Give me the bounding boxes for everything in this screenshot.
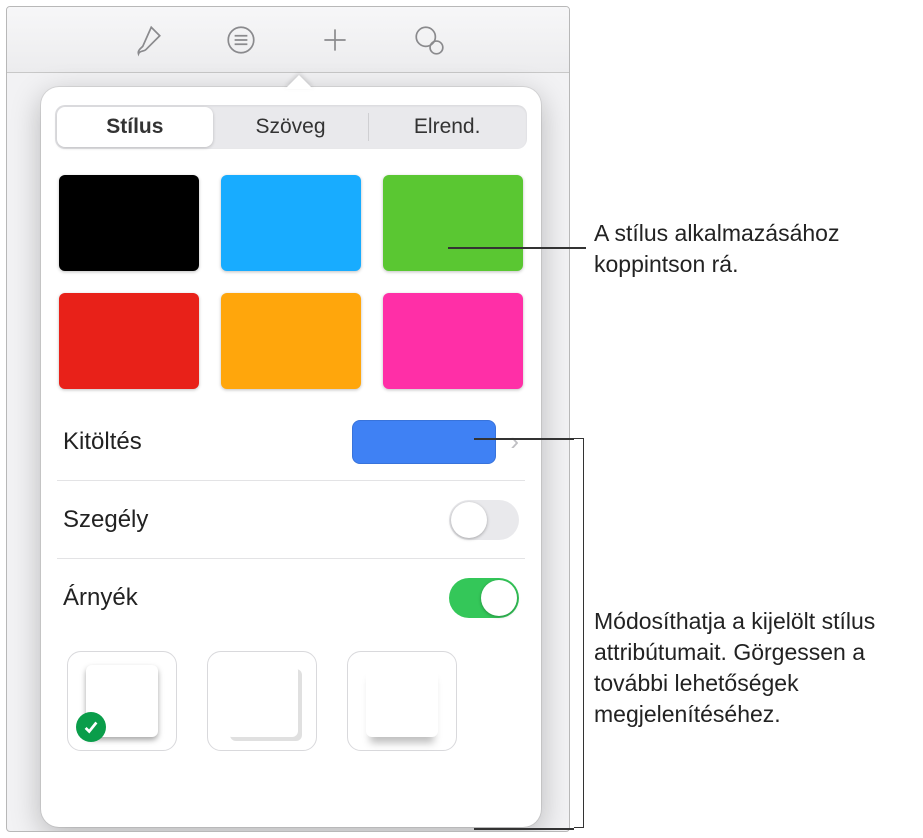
paintbrush-icon[interactable] [125,18,169,62]
shadow-option-2[interactable] [207,651,317,751]
style-swatch-grid [59,175,523,389]
tab-style[interactable]: Stílus [57,107,213,147]
border-label: Szegély [63,506,148,534]
fill-label: Kitöltés [63,428,142,456]
swatch-green[interactable] [383,175,523,271]
tab-segmented-control: Stílus Szöveg Elrend. [55,105,527,149]
tab-text[interactable]: Szöveg [213,107,369,147]
callout-line-2 [474,438,574,440]
callout-bracket [574,438,584,828]
app-window: Stílus Szöveg Elrend. Kitöltés › Szegély [6,6,570,832]
collaborate-icon[interactable] [407,18,451,62]
fill-color-chip[interactable] [352,420,496,464]
checkmark-icon [76,712,106,742]
plus-icon[interactable] [313,18,357,62]
callout-attrs-text: Módosíthatja a kijelölt stílus attribútu… [594,606,914,730]
border-toggle[interactable] [449,500,519,540]
format-popover: Stílus Szöveg Elrend. Kitöltés › Szegély [41,87,541,827]
list-icon[interactable] [219,18,263,62]
swatch-red[interactable] [59,293,199,389]
shadow-option-1[interactable] [67,651,177,751]
shadow-options [55,637,527,751]
fill-row[interactable]: Kitöltés › [57,403,525,481]
swatch-orange[interactable] [221,293,361,389]
callout-line-3 [474,828,574,830]
callout-swatch-text: A stílus alkalmazásához koppintson rá. [594,218,914,280]
swatch-blue[interactable] [221,175,361,271]
swatch-black[interactable] [59,175,199,271]
border-row: Szegély [57,481,525,559]
callout-line [448,247,586,249]
swatch-magenta[interactable] [383,293,523,389]
shadow-label: Árnyék [63,584,138,612]
tab-arrange[interactable]: Elrend. [369,107,525,147]
shadow-row: Árnyék [57,559,525,637]
shadow-option-3[interactable] [347,651,457,751]
style-attribute-list: Kitöltés › Szegély Árnyék [57,403,525,637]
chevron-right-icon: › [510,426,519,457]
top-toolbar [7,7,569,73]
shadow-toggle[interactable] [449,578,519,618]
